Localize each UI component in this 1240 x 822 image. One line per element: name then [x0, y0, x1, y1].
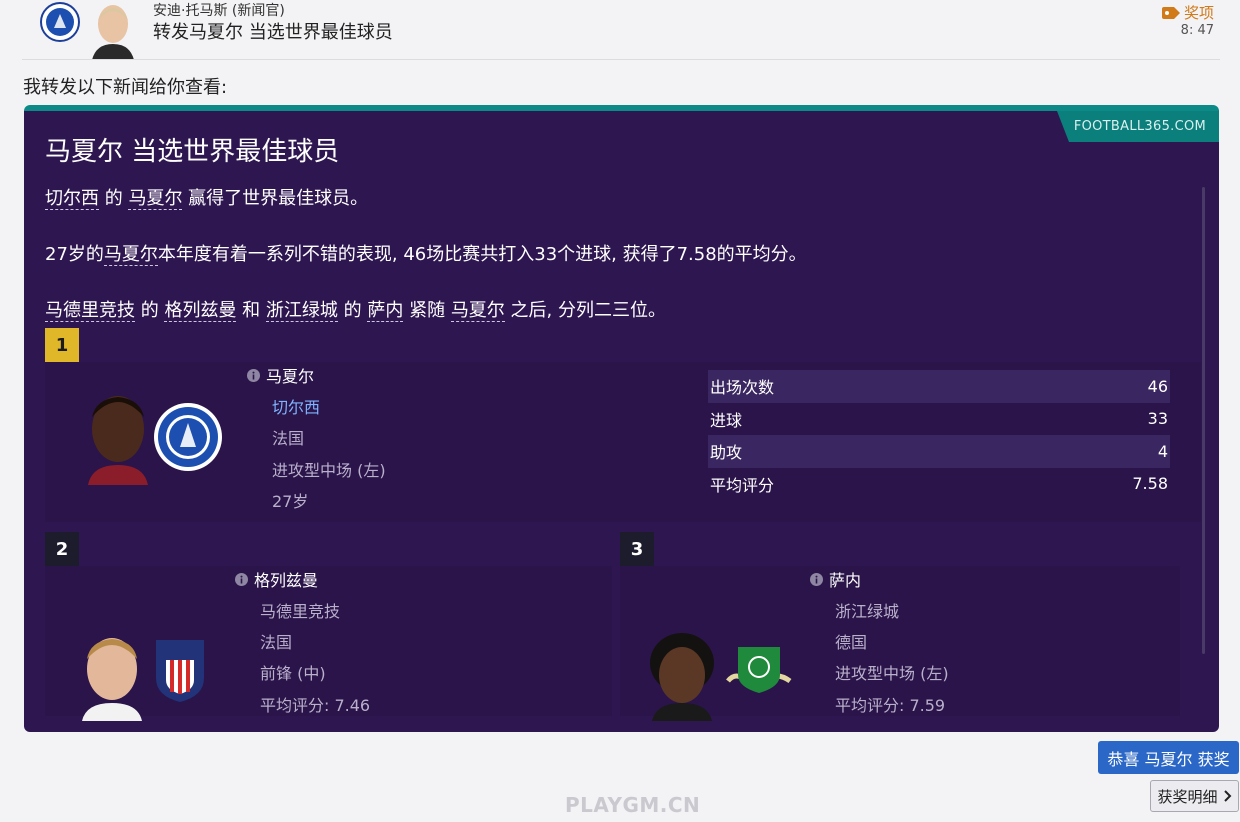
info-icon — [247, 368, 260, 382]
player-link-martial[interactable]: 马夏尔 — [103, 244, 158, 266]
player-photo-sane[interactable] — [646, 629, 718, 721]
intro-text: 我转发以下新闻给你查看: — [23, 77, 228, 98]
watermark: PLAYGM.CN — [565, 793, 701, 817]
player-link-martial[interactable]: 马夏尔 — [128, 188, 183, 210]
stat-row: 出场次数 46 — [708, 370, 1170, 403]
rank-badge-3: 3 — [620, 532, 654, 566]
congratulate-button[interactable]: 恭喜 马夏尔 获奖 — [1098, 741, 1239, 774]
info-icon — [810, 572, 823, 586]
player-photo-griezmann[interactable] — [76, 629, 148, 721]
sender-name: 安迪·托马斯 (新闻官) — [153, 3, 285, 19]
rank-badge-2: 2 — [45, 532, 79, 566]
player-nationality: 德国 — [835, 633, 868, 652]
player-position: 前锋 (中) — [260, 664, 326, 683]
chelsea-crest-icon[interactable] — [152, 401, 224, 473]
stat-label: 进球 — [710, 410, 743, 430]
text: 之后, 分列二三位。 — [504, 300, 666, 321]
text: 和 — [236, 300, 266, 321]
message-header: 安迪·托马斯 (新闻官) 转发马夏尔 当选世界最佳球员 奖项 8: 47 — [0, 0, 1240, 60]
winner-stats-table: 出场次数 46 进球 33 助攻 4 平均评分 7.58 — [708, 370, 1170, 500]
news-title: 马夏尔 当选世界最佳球员 — [45, 137, 340, 167]
text: 的 — [337, 300, 368, 321]
player-name-text: 格列兹曼 — [254, 571, 319, 590]
player-age: 27岁 — [272, 492, 309, 511]
player-club[interactable]: 马德里竞技 — [260, 598, 340, 622]
stat-row: 进球 33 — [708, 403, 1170, 436]
player-rating: 平均评分: 7.46 — [260, 696, 371, 715]
award-tag-icon — [1161, 6, 1180, 19]
scrollbar[interactable] — [1202, 187, 1205, 654]
text: 赢得了世界最佳球员。 — [182, 188, 369, 209]
chelsea-crest-icon[interactable] — [40, 2, 80, 42]
player-name-text: 马夏尔 — [266, 367, 315, 386]
player-name-text: 萨内 — [829, 571, 862, 590]
player-photo-martial[interactable] — [82, 387, 154, 485]
rank-badge-1: 1 — [45, 328, 79, 362]
news-source-tab: FOOTBALL365.COM — [1057, 111, 1219, 142]
player-position: 进攻型中场 (左) — [835, 664, 949, 683]
text: 的 — [135, 300, 165, 321]
stat-value: 46 — [1147, 376, 1168, 396]
zhejiang-crest-icon[interactable] — [726, 641, 792, 701]
chevron-right-icon — [1223, 790, 1231, 802]
news-card: FOOTBALL365.COM 马夏尔 当选世界最佳球员 切尔西 的 马夏尔 赢… — [24, 105, 1219, 732]
stat-label: 助攻 — [710, 443, 743, 463]
news-paragraph-3: 马德里竞技 的 格列兹曼 和 浙江绿城 的 萨内 紧随 马夏尔 之后, 分列二三… — [45, 296, 666, 322]
player-link-sane[interactable]: 萨内 — [367, 300, 404, 322]
player-name-sane[interactable]: 萨内 — [810, 567, 861, 591]
stat-row: 平均评分 7.58 — [708, 468, 1170, 501]
stat-row: 助攻 4 — [708, 435, 1170, 468]
header-divider — [22, 59, 1220, 60]
message-subject: 转发马夏尔 当选世界最佳球员 — [153, 22, 393, 43]
award-tag[interactable]: 奖项 — [1161, 2, 1214, 23]
tag-label: 奖项 — [1183, 4, 1214, 22]
stat-label: 出场次数 — [710, 378, 775, 398]
player-nationality: 法国 — [272, 429, 305, 448]
club-link-zhejiang[interactable]: 浙江绿城 — [265, 300, 338, 322]
award-details-label: 获奖明细 — [1157, 787, 1218, 806]
stat-label: 平均评分 — [710, 475, 775, 495]
atletico-crest-icon[interactable] — [154, 638, 206, 704]
text: 27岁的 — [45, 244, 104, 265]
text: 本年度有着一系列不错的表现, 46场比赛共打入33个进球, 获得了7.58的平均… — [157, 244, 807, 265]
news-paragraph-1: 切尔西 的 马夏尔 赢得了世界最佳球员。 — [45, 184, 368, 210]
club-link-chelsea[interactable]: 切尔西 — [45, 188, 99, 210]
club-link-atletico[interactable]: 马德里竞技 — [45, 300, 135, 322]
player-position: 进攻型中场 (左) — [272, 461, 386, 480]
player-name-martial[interactable]: 马夏尔 — [247, 363, 314, 387]
stat-value: 33 — [1147, 409, 1168, 429]
player-link-griezmann[interactable]: 格列兹曼 — [164, 300, 237, 322]
award-details-button[interactable]: 获奖明细 — [1150, 780, 1239, 812]
text: 紧随 — [403, 300, 451, 321]
player-nationality: 法国 — [260, 633, 293, 652]
stat-value: 7.58 — [1132, 474, 1168, 494]
stat-value: 4 — [1157, 441, 1168, 461]
text: 的 — [99, 188, 129, 209]
player-rating: 平均评分: 7.59 — [835, 696, 946, 715]
news-paragraph-2: 27岁的马夏尔本年度有着一系列不错的表现, 46场比赛共打入33个进球, 获得了… — [45, 240, 807, 266]
player-link-martial[interactable]: 马夏尔 — [450, 300, 505, 322]
player-club-link[interactable]: 切尔西 — [272, 394, 320, 418]
sender-avatar[interactable] — [86, 0, 140, 60]
message-time: 8: 47 — [1180, 23, 1214, 38]
news-source: FOOTBALL365.COM — [1073, 119, 1206, 134]
player-club[interactable]: 浙江绿城 — [835, 598, 899, 622]
player-name-griezmann[interactable]: 格列兹曼 — [235, 567, 318, 591]
info-icon — [235, 572, 248, 586]
